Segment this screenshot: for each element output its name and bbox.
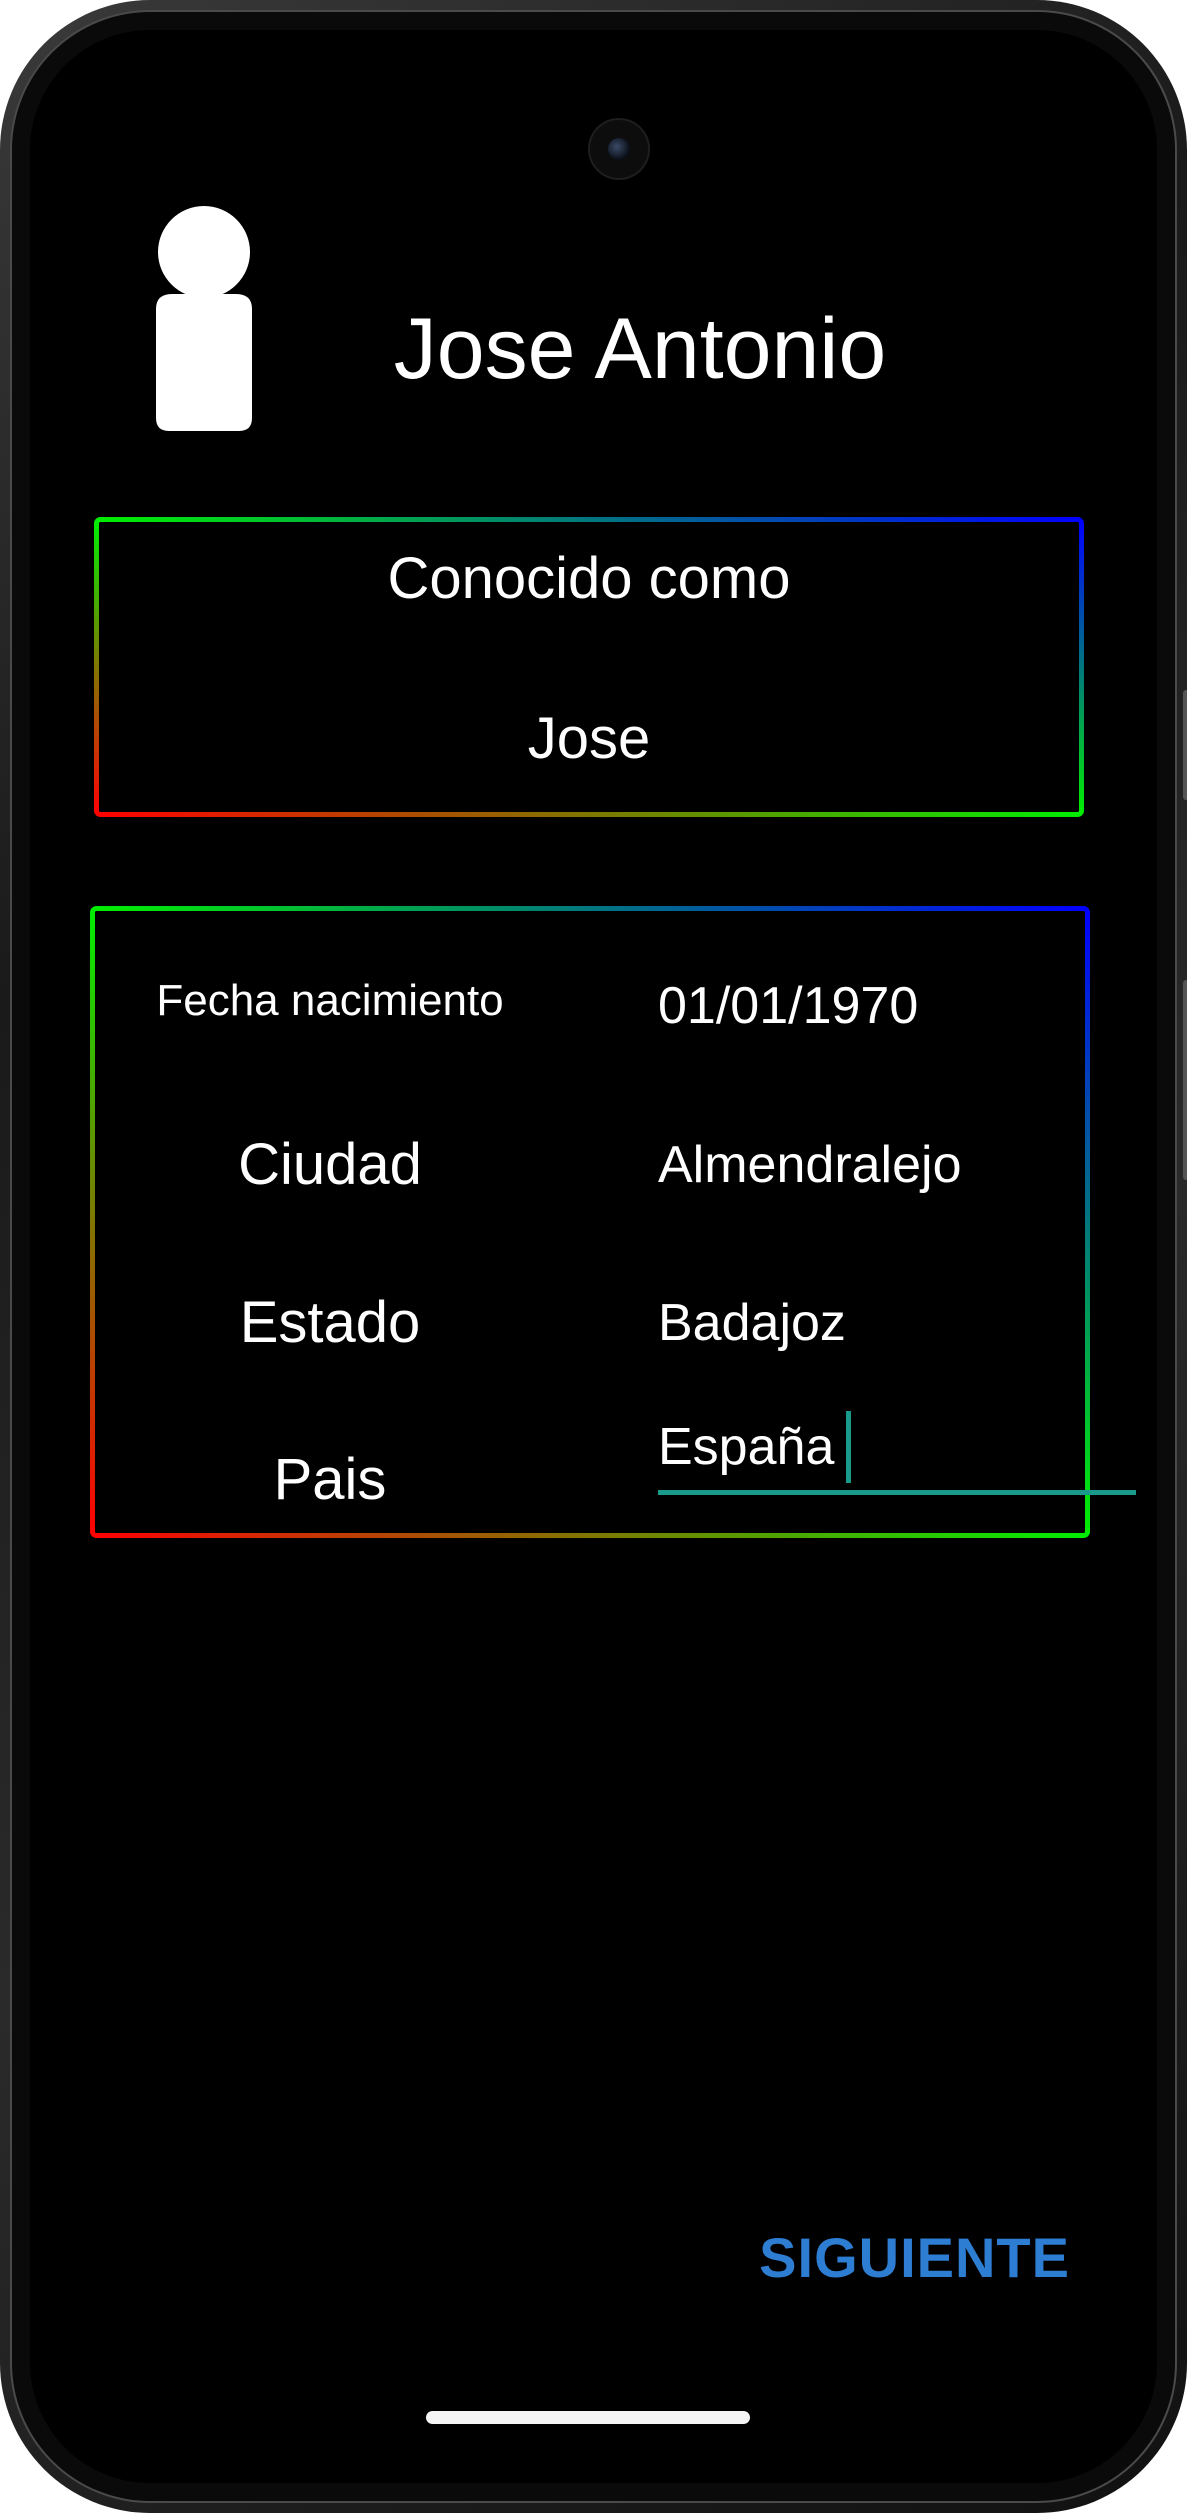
details-card: Fecha nacimiento 01/01/1970 Ciudad Almen… xyxy=(90,906,1136,1538)
person-icon xyxy=(134,206,274,466)
home-indicator[interactable] xyxy=(426,2411,750,2424)
power-button xyxy=(1183,980,1187,1180)
phone-frame: Jose Antonio Conocido como Jose Fecha na… xyxy=(0,0,1187,2513)
nickname-card: Conocido como Jose xyxy=(94,517,1084,817)
country-label: Pais xyxy=(273,1447,387,1512)
state-value[interactable]: Badajoz xyxy=(658,1293,846,1353)
front-camera xyxy=(588,118,650,180)
city-value[interactable]: Almendralejo xyxy=(658,1135,962,1195)
nickname-value: Jose xyxy=(527,706,651,771)
country-input-text: España xyxy=(658,1418,835,1476)
screen: Jose Antonio Conocido como Jose Fecha na… xyxy=(30,30,1157,2483)
state-label: Estado xyxy=(239,1290,421,1355)
page: Jose Antonio Conocido como Jose Fecha na… xyxy=(0,0,1187,2513)
city-label: Ciudad xyxy=(238,1132,422,1197)
nickname-label: Conocido como xyxy=(387,546,791,611)
country-input[interactable]: España xyxy=(658,1411,1136,1495)
text-caret xyxy=(846,1411,851,1483)
birth-date-label: Fecha nacimiento xyxy=(156,976,504,1025)
birth-date-value[interactable]: 01/01/1970 xyxy=(658,976,918,1036)
next-button[interactable]: SIGUIENTE xyxy=(710,2208,1070,2308)
volume-up-button xyxy=(1183,690,1187,800)
profile-name: Jose Antonio xyxy=(393,301,887,397)
